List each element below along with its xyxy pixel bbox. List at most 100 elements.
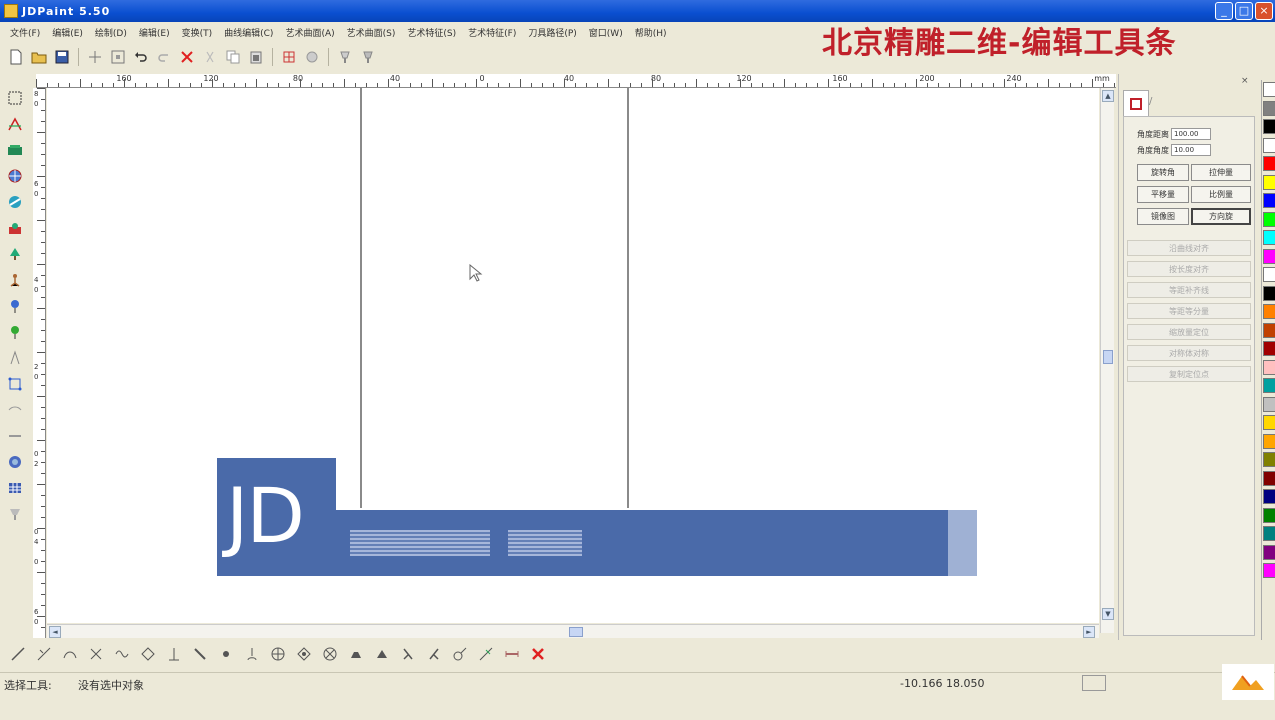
snap-grid-icon[interactable] [108, 47, 128, 67]
color-swatch[interactable] [1263, 322, 1275, 338]
arc-edit-icon[interactable] [60, 644, 80, 664]
text-tool-icon[interactable] [5, 140, 25, 160]
rotate-button[interactable]: 旋转角 [1137, 164, 1189, 181]
menu-help[interactable]: 帮助(H) [629, 26, 673, 39]
color-swatch[interactable] [1263, 563, 1275, 578]
pin-blue-icon[interactable] [5, 296, 25, 316]
color-swatch[interactable] [1263, 433, 1275, 449]
color-swatch[interactable] [1263, 470, 1275, 486]
copy-icon[interactable] [223, 47, 243, 67]
disabled-button[interactable]: 缩放量定位 [1127, 324, 1251, 340]
color-swatch[interactable] [1263, 230, 1275, 245]
layers-tool-icon[interactable] [5, 192, 25, 212]
open-file-icon[interactable] [29, 47, 49, 67]
horizontal-scrollbar[interactable]: ◄ ► [47, 624, 1099, 638]
menu-art-feature-f[interactable]: 艺术特征(F) [462, 26, 522, 39]
array-icon[interactable] [279, 47, 299, 67]
color-swatch[interactable] [1263, 452, 1275, 467]
pin-a-icon[interactable] [398, 644, 418, 664]
minimize-button[interactable]: _ [1215, 2, 1233, 20]
menu-curve-edit[interactable]: 曲线编辑(C) [218, 26, 279, 39]
disabled-button[interactable]: 复制定位点 [1127, 366, 1251, 382]
lamp-on-icon[interactable] [335, 47, 355, 67]
color-swatch[interactable] [1263, 156, 1275, 171]
menu-art-surface-s[interactable]: 艺术曲面(S) [341, 26, 402, 39]
bend-icon[interactable] [450, 644, 470, 664]
crosshair-icon[interactable] [85, 47, 105, 67]
cross-icon[interactable] [86, 644, 106, 664]
menu-transform[interactable]: 变换(T) [176, 26, 219, 39]
scroll-left-arrow-icon[interactable]: ◄ [49, 626, 61, 638]
stretch-button[interactable]: 拉伸量 [1191, 164, 1251, 181]
menu-art-surface-a[interactable]: 艺术曲面(A) [279, 26, 340, 39]
horizontal-scroll-thumb[interactable] [569, 627, 583, 637]
figure-tool-icon[interactable] [5, 270, 25, 290]
hand-a-icon[interactable] [346, 644, 366, 664]
vertical-scrollbar[interactable]: ▲ ▼ [1100, 88, 1114, 633]
wave-icon[interactable] [112, 644, 132, 664]
clear-icon[interactable] [302, 47, 322, 67]
color-swatch[interactable] [1263, 267, 1275, 282]
angle-distance-input[interactable]: 100.00 [1171, 128, 1211, 140]
trim-icon[interactable] [34, 644, 54, 664]
tree-tool-icon[interactable] [5, 244, 25, 264]
node-a-icon[interactable] [268, 644, 288, 664]
disabled-button[interactable]: 按长度对齐 [1127, 261, 1251, 277]
scroll-down-arrow-icon[interactable]: ▼ [1102, 608, 1114, 620]
scale-button[interactable]: 比例量 [1191, 186, 1251, 203]
color-swatch[interactable] [1263, 100, 1275, 116]
corner-icon[interactable] [190, 644, 210, 664]
color-swatch[interactable] [1263, 526, 1275, 541]
menu-toolpath[interactable]: 刀具路径(P) [522, 26, 582, 39]
color-swatch[interactable] [1263, 248, 1275, 264]
translate-button[interactable]: 平移量 [1137, 186, 1189, 203]
hand-b-icon[interactable] [372, 644, 392, 664]
disabled-button[interactable]: 对称体对称 [1127, 345, 1251, 361]
new-file-icon[interactable] [6, 47, 26, 67]
disabled-button[interactable]: 等距等分量 [1127, 303, 1251, 319]
save-file-icon[interactable] [52, 47, 72, 67]
color-swatch[interactable] [1263, 396, 1275, 412]
direction-rotate-button[interactable]: 方向旋 [1191, 208, 1251, 225]
color-swatch[interactable] [1263, 174, 1275, 190]
menu-window[interactable]: 窗口(W) [583, 26, 629, 39]
pen-icon[interactable] [242, 644, 262, 664]
menu-edit-2[interactable]: 编辑(E) [133, 26, 176, 39]
color-swatch[interactable] [1263, 193, 1275, 208]
scroll-right-arrow-icon[interactable]: ► [1083, 626, 1095, 638]
gem-tool-icon[interactable] [5, 452, 25, 472]
close-button[interactable]: × [1255, 2, 1273, 20]
diamond-icon[interactable] [138, 644, 158, 664]
color-swatch[interactable] [1263, 82, 1275, 97]
panel-tab[interactable] [1123, 90, 1149, 116]
select-tool-icon[interactable] [5, 88, 25, 108]
color-swatch[interactable] [1263, 415, 1275, 430]
angle-angle-input[interactable]: 10.00 [1171, 144, 1211, 156]
mirror-button[interactable]: 镜像图 [1137, 208, 1189, 225]
curve-tool-icon[interactable] [5, 114, 25, 134]
pin-green-icon[interactable] [5, 322, 25, 342]
menu-edit[interactable]: 编辑(E) [46, 26, 89, 39]
color-swatch[interactable] [1263, 359, 1275, 375]
scroll-up-arrow-icon[interactable]: ▲ [1102, 90, 1114, 102]
node-b-icon[interactable] [294, 644, 314, 664]
paste-icon[interactable] [246, 47, 266, 67]
menu-art-feature-s[interactable]: 艺术特征(S) [401, 26, 462, 39]
color-swatch[interactable] [1263, 211, 1275, 227]
panel-tab-2[interactable]: / [1149, 96, 1152, 107]
undo-icon[interactable] [131, 47, 151, 67]
lamp-off-icon[interactable] [358, 47, 378, 67]
lamp-tool-icon[interactable] [5, 504, 25, 524]
disabled-button[interactable]: 等距补齐线 [1127, 282, 1251, 298]
line-tool-icon[interactable] [5, 426, 25, 446]
color-swatch[interactable] [1263, 507, 1275, 523]
cut-icon[interactable] [200, 47, 220, 67]
measure-icon[interactable] [502, 644, 522, 664]
panel-close-icon[interactable]: × [1241, 76, 1249, 86]
color-swatch[interactable] [1263, 341, 1275, 356]
maximize-button[interactable]: □ [1235, 2, 1253, 20]
color-swatch[interactable] [1263, 137, 1275, 153]
cut-line-icon[interactable] [476, 644, 496, 664]
color-swatch[interactable] [1263, 378, 1275, 393]
color-swatch[interactable] [1263, 544, 1275, 560]
